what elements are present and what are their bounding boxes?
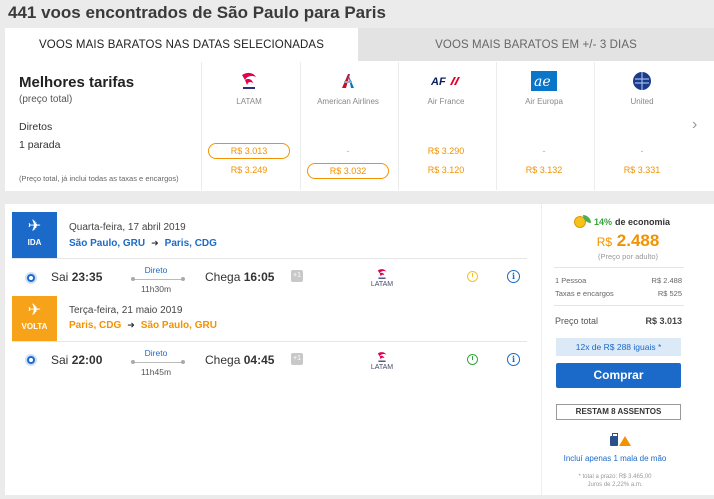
flight-card: ✈ IDA Quarta-feira, 17 abril 2019 São Pa… xyxy=(5,204,541,495)
fare-direct: - xyxy=(640,146,644,156)
return-badge: ✈ VOLTA xyxy=(12,296,57,342)
outbound-date: Quarta-feira, 17 abril 2019 xyxy=(69,222,186,233)
outbound-radio[interactable] xyxy=(25,272,37,284)
total-row: Preço total R$ 3.013 xyxy=(555,316,682,326)
outbound-to: Paris, CDG xyxy=(164,238,217,249)
route-line xyxy=(131,277,185,281)
clock-icon xyxy=(467,271,478,282)
best-fares-title: Melhores tarifas xyxy=(19,74,135,91)
route-line xyxy=(131,360,185,364)
fare-matrix: VOOS MAIS BARATOS NAS DATAS SELECIONADAS… xyxy=(5,28,714,191)
outbound-direct-label[interactable]: Direto xyxy=(135,265,177,275)
fare-one-stop[interactable]: R$ 3.331 xyxy=(595,165,689,175)
price-per-adult: R$ 2.488 xyxy=(596,231,660,250)
fare-one-stop[interactable]: R$ 3.120 xyxy=(399,165,493,175)
airline-column-latam[interactable]: LATAM R$ 3.013 R$ 3.249 xyxy=(201,62,296,190)
outbound-airline: LATAM xyxy=(367,268,397,288)
fare-direct: - xyxy=(542,146,546,156)
airline-name: American Airlines xyxy=(317,97,379,106)
price-panel: 14% de economia R$ 2.488 (Preço por adul… xyxy=(541,204,714,495)
installments-info[interactable]: 12x de R$ 288 iguais * xyxy=(556,338,681,356)
divider xyxy=(12,341,527,342)
return-to: São Paulo, GRU xyxy=(140,320,217,331)
airline-column-air-europa[interactable]: ae Air Europa - R$ 3.132 xyxy=(496,62,591,190)
plane-icon: ✈ xyxy=(27,218,42,235)
outbound-depart: Sai 23:35 xyxy=(51,270,103,284)
return-from: Paris, CDG xyxy=(69,320,122,331)
arrow-right-icon: ➜ xyxy=(151,238,159,248)
one-person-row: 1 Pessoa R$ 2.488 xyxy=(555,276,682,285)
air-france-logo: AF xyxy=(399,70,493,92)
divider xyxy=(554,267,684,268)
info-icon[interactable]: i xyxy=(507,353,520,366)
airline-name: LATAM xyxy=(236,97,262,106)
outbound-arrive: Chega 16:05 xyxy=(205,270,275,284)
warning-icon xyxy=(619,436,631,446)
clock-icon xyxy=(467,354,478,365)
fare-one-stop[interactable]: R$ 3.032 xyxy=(307,163,389,179)
divider xyxy=(12,258,527,259)
fare-one-stop[interactable]: R$ 3.132 xyxy=(497,165,591,175)
return-date: Terça-feira, 21 maio 2019 xyxy=(69,305,183,316)
calendar-plus-one-icon: +1 xyxy=(291,270,303,282)
plane-icon: ✈ xyxy=(27,302,42,319)
airline-column-american[interactable]: American Airlines - R$ 3.032 xyxy=(300,62,395,190)
return-route: Paris, CDG ➜ São Paulo, GRU xyxy=(69,320,217,331)
installment-total-note: * total a prazo: R$ 3.465,00 xyxy=(578,474,652,480)
best-fares-subtitle: (preço total) xyxy=(19,94,73,105)
fare-direct: - xyxy=(346,146,350,156)
fare-direct[interactable]: R$ 3.290 xyxy=(399,146,493,156)
info-icon[interactable]: i xyxy=(507,270,520,283)
airline-name: United xyxy=(630,97,654,106)
row-label-direct: Diretos xyxy=(19,121,53,133)
svg-text:AF: AF xyxy=(431,76,446,87)
arrow-right-icon: ➜ xyxy=(127,320,135,330)
chevron-right-icon[interactable]: › xyxy=(692,116,697,134)
latam-logo xyxy=(202,70,296,92)
fare-direct[interactable]: R$ 3.013 xyxy=(208,143,290,159)
fare-one-stop[interactable]: R$ 3.249 xyxy=(202,165,296,175)
outbound-badge: ✈ IDA xyxy=(12,212,57,258)
return-arrive: Chega 04:45 xyxy=(205,353,275,367)
row-label-one-stop: 1 parada xyxy=(19,139,61,151)
baggage-info[interactable]: Incluí apenas 1 mala de mão xyxy=(542,454,688,463)
latam-logo xyxy=(377,269,387,279)
tab-selected-dates[interactable]: VOOS MAIS BARATOS NAS DATAS SELECIONADAS xyxy=(5,28,358,61)
price-per-adult-label: (Preço por adulto) xyxy=(597,252,659,261)
airline-name: Air Europa xyxy=(525,97,563,106)
united-logo xyxy=(595,70,689,92)
economy-badge: 14% de economia xyxy=(574,215,670,228)
baggage-icons xyxy=(610,433,631,446)
results-heading: 441 voos encontrados de São Paulo para P… xyxy=(8,3,386,22)
outbound-from: São Paulo, GRU xyxy=(69,238,146,249)
buy-button[interactable]: Comprar xyxy=(556,363,681,388)
tab-plus-minus-3-days[interactable]: VOOS MAIS BARATOS EM +/- 3 DIAS xyxy=(358,28,714,61)
airline-column-united[interactable]: United - R$ 3.331 xyxy=(594,62,689,190)
fare-note: (Preço total, já inclui todas as taxas e… xyxy=(19,174,179,183)
fees-row: Taxas e encargos R$ 525 xyxy=(555,289,682,298)
outbound-duration: 11h30m xyxy=(140,284,172,294)
return-airline: LATAM xyxy=(367,351,397,371)
return-radio[interactable] xyxy=(25,354,37,366)
return-duration: 11h45m xyxy=(140,367,172,377)
suitcase-icon xyxy=(610,433,618,446)
interest-note: Juros de 2,22% a.m. xyxy=(587,482,643,488)
airline-name: Air France xyxy=(427,97,465,106)
airline-column-air-france[interactable]: AF Air France R$ 3.290 R$ 3.120 xyxy=(398,62,493,190)
american-airlines-logo xyxy=(301,70,395,92)
calendar-plus-one-icon: +1 xyxy=(291,353,303,365)
return-direct-label[interactable]: Direto xyxy=(135,348,177,358)
seats-remaining: RESTAM 8 ASSENTOS xyxy=(556,404,681,420)
divider xyxy=(554,305,684,306)
outbound-route: São Paulo, GRU ➜ Paris, CDG xyxy=(69,238,217,249)
air-europa-logo: ae xyxy=(497,70,591,92)
return-depart: Sai 22:00 xyxy=(51,353,103,367)
latam-logo xyxy=(377,352,387,362)
svg-text:ae: ae xyxy=(534,74,551,90)
